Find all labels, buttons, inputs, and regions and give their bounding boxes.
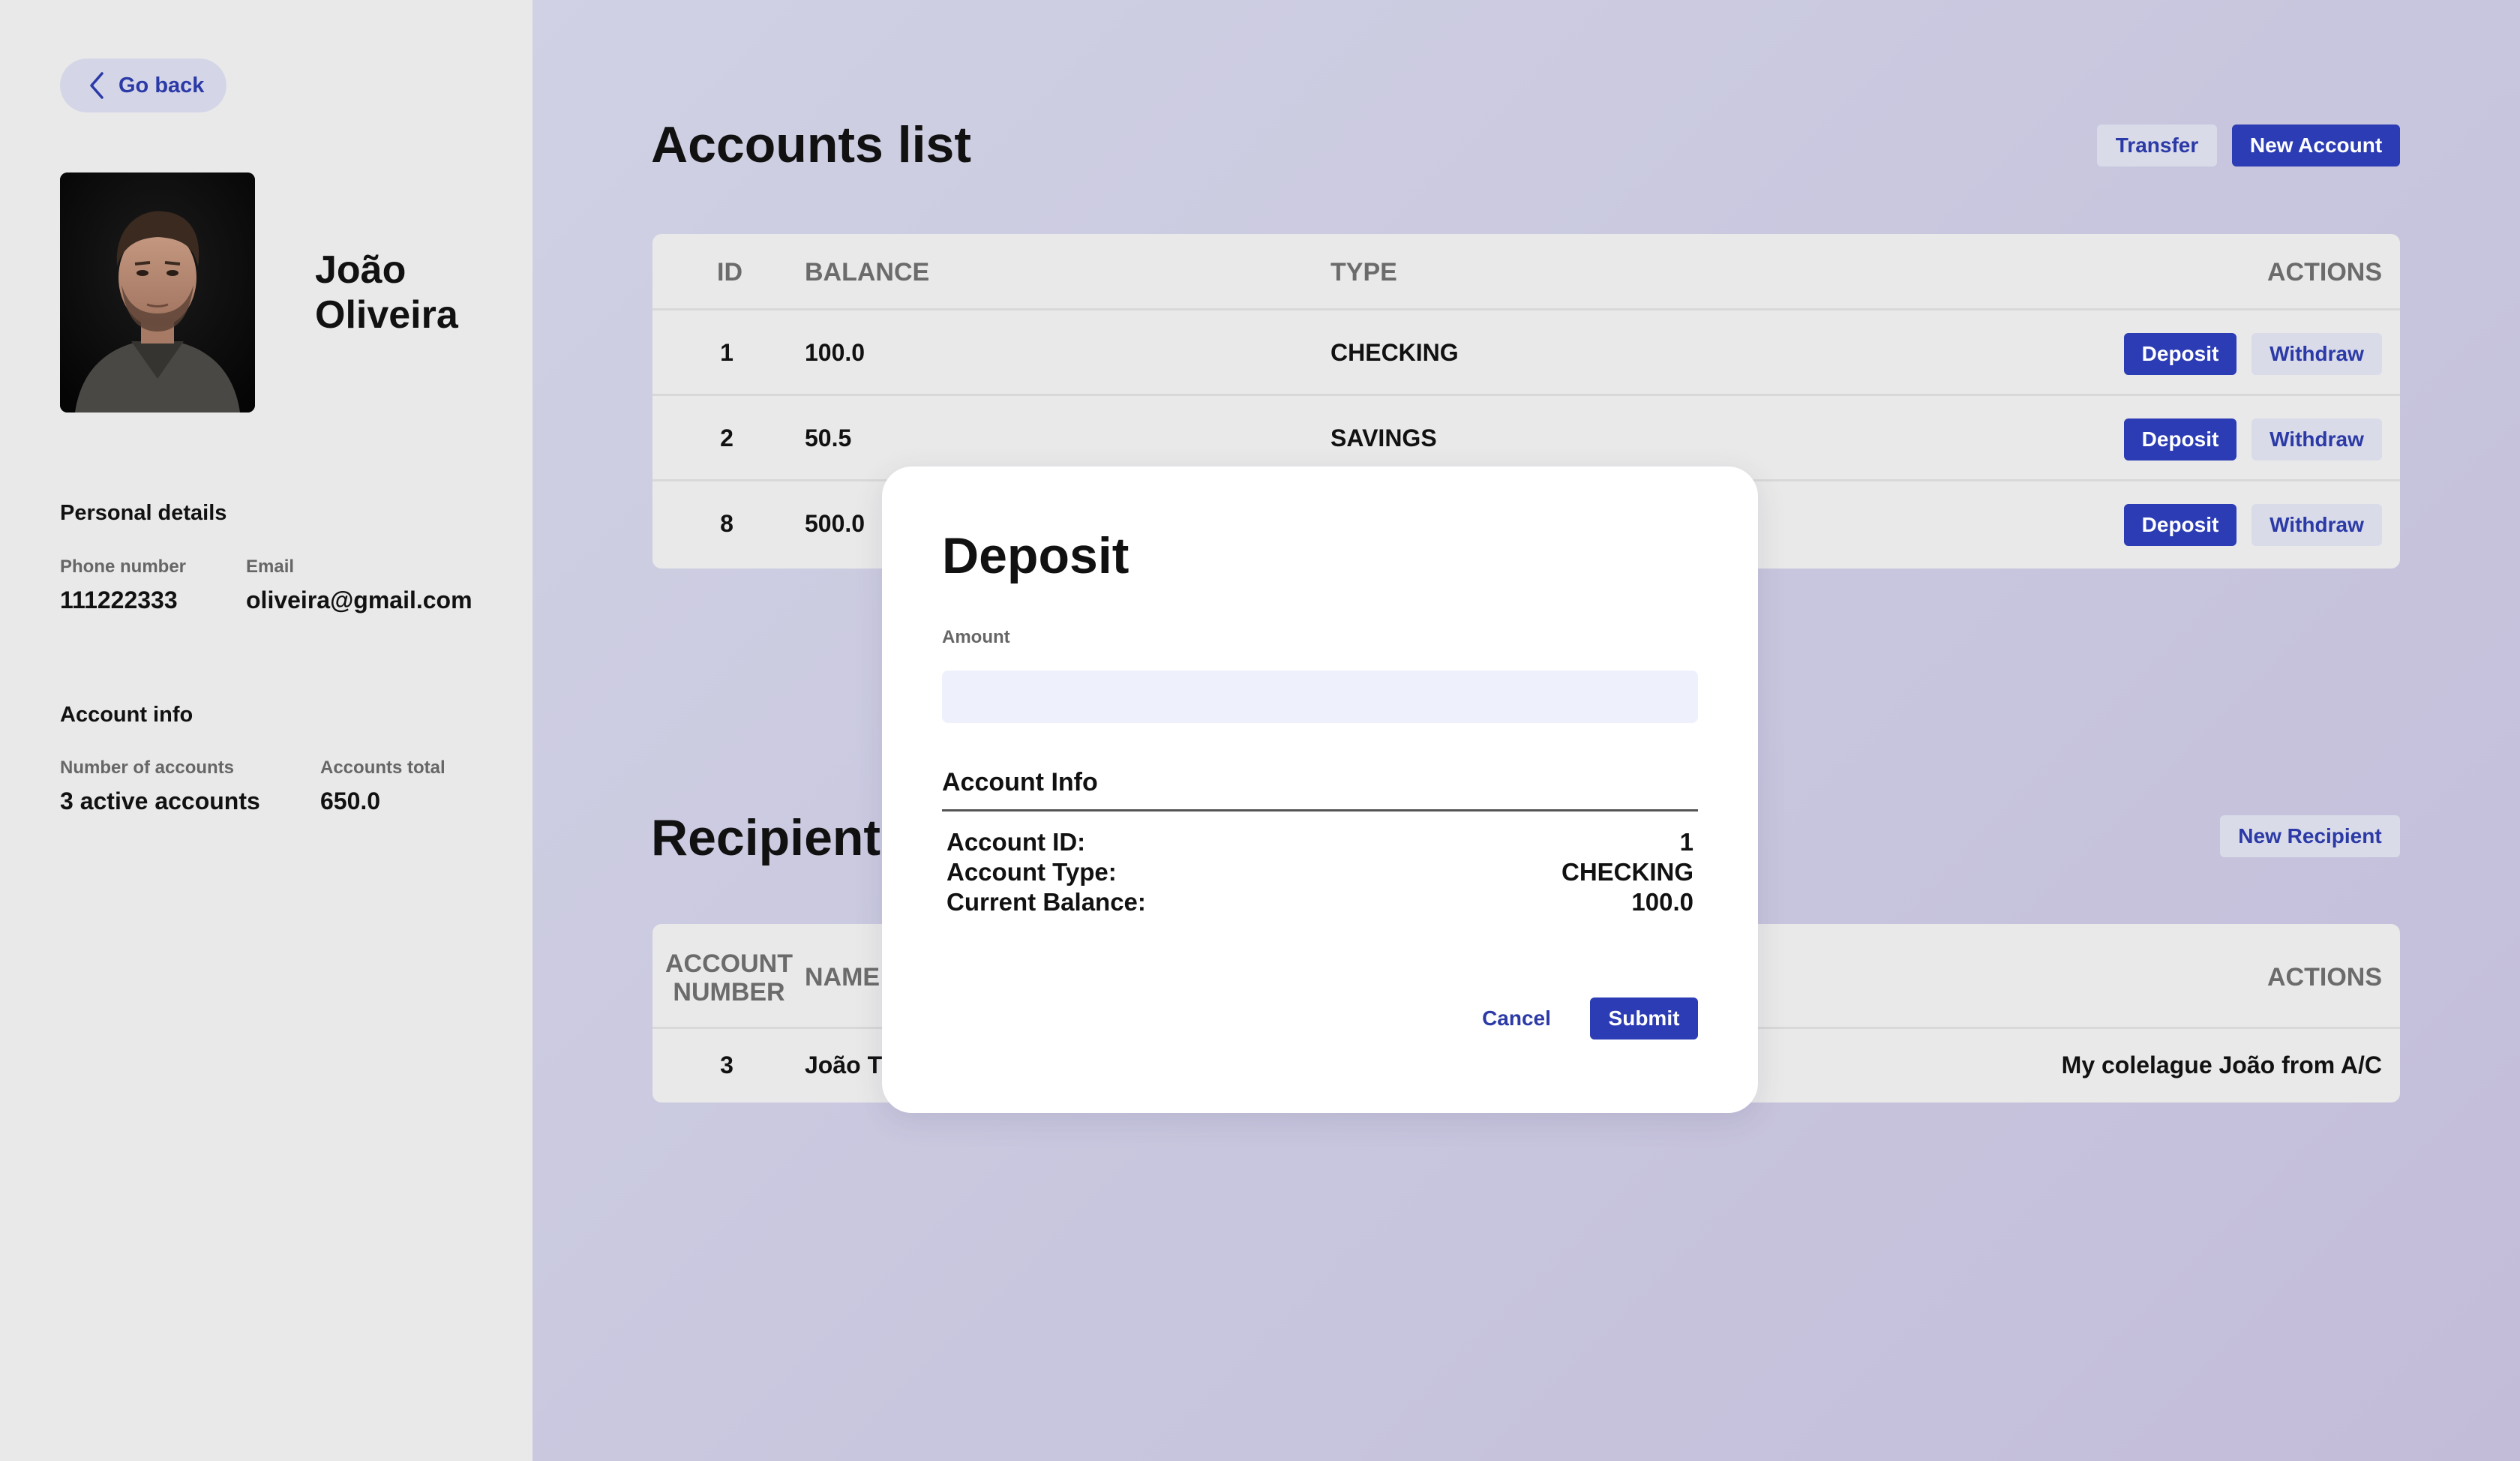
row-balance: 50.5: [805, 424, 852, 452]
accounts-total-label: Accounts total: [320, 758, 446, 778]
email-label: Email: [246, 556, 295, 577]
recipients-title: Recipients: [651, 809, 909, 866]
row-type: SAVINGS: [1330, 424, 1437, 452]
row-id: 2: [720, 424, 734, 452]
cancel-button[interactable]: Cancel: [1474, 998, 1558, 1040]
amount-input[interactable]: [942, 670, 1698, 723]
personal-details-title: Personal details: [60, 501, 227, 525]
deposit-button[interactable]: Deposit: [2124, 504, 2236, 546]
header-account-number-line1: ACCOUNT: [665, 950, 793, 978]
withdraw-button[interactable]: Withdraw: [2252, 333, 2382, 375]
deposit-modal: Deposit Amount Account Info Account ID: …: [882, 466, 1758, 1113]
info-label: Account Type:: [946, 858, 1117, 886]
go-back-button[interactable]: Go back: [60, 58, 226, 112]
header-account-number: ACCOUNT NUMBER: [663, 950, 795, 1006]
header-actions: ACTIONS: [2267, 258, 2382, 286]
header-account-number-line2: NUMBER: [673, 978, 785, 1006]
user-last-name: Oliveira: [315, 293, 458, 337]
info-row-account-id: Account ID: 1: [946, 828, 1694, 856]
row-description: My colelague João from A/C: [2061, 1052, 2382, 1078]
new-account-button[interactable]: New Account: [2232, 124, 2400, 166]
email-value: oliveira@gmail.com: [246, 586, 472, 614]
withdraw-button[interactable]: Withdraw: [2252, 418, 2382, 460]
amount-label: Amount: [942, 627, 1010, 647]
info-row-account-type: Account Type: CHECKING: [946, 858, 1694, 886]
header-name: NAME: [805, 963, 880, 992]
transfer-button[interactable]: Transfer: [2097, 124, 2217, 166]
account-info-title: Account info: [60, 703, 194, 727]
accounts-title: Accounts list: [651, 116, 971, 173]
row-id: 8: [720, 510, 734, 537]
accounts-table-header: ID BALANCE TYPE ACTIONS: [652, 234, 2400, 310]
row-id: 1: [720, 339, 734, 366]
row-balance: 100.0: [805, 339, 866, 366]
modal-title: Deposit: [942, 527, 1130, 584]
withdraw-button[interactable]: Withdraw: [2252, 504, 2382, 546]
avatar: [60, 172, 255, 412]
info-value: CHECKING: [1561, 858, 1694, 886]
sidebar: Go back João Oliveira Personal details P…: [0, 0, 532, 1461]
submit-button[interactable]: Submit: [1590, 998, 1698, 1040]
header-balance: BALANCE: [805, 258, 930, 286]
deposit-button[interactable]: Deposit: [2124, 418, 2236, 460]
phone-value: 111222333: [60, 586, 178, 614]
num-accounts-value: 3 active accounts: [60, 788, 260, 814]
account-info-title: Account Info: [942, 768, 1098, 796]
table-row: 1 100.0 CHECKING Deposit Withdraw: [652, 310, 2400, 396]
header-type: TYPE: [1330, 258, 1397, 286]
accounts-total-value: 650.0: [320, 788, 381, 814]
num-accounts-label: Number of accounts: [60, 758, 235, 778]
row-type: CHECKING: [1330, 339, 1459, 366]
new-recipient-button[interactable]: New Recipient: [2220, 815, 2400, 857]
info-label: Account ID:: [946, 828, 1086, 856]
user-name: João Oliveira: [315, 248, 510, 338]
info-label: Current Balance:: [946, 888, 1146, 916]
user-first-name: João: [315, 248, 406, 292]
header-id: ID: [717, 258, 742, 286]
chevron-left-icon: [84, 70, 110, 100]
account-info-divider: [942, 809, 1698, 812]
header-actions: ACTIONS: [2267, 963, 2382, 992]
row-name: João T: [805, 1052, 883, 1078]
phone-label: Phone number: [60, 556, 187, 577]
info-value: 100.0: [1631, 888, 1694, 916]
deposit-button[interactable]: Deposit: [2124, 333, 2236, 375]
row-account-number: 3: [720, 1052, 734, 1078]
row-balance: 500.0: [805, 510, 866, 537]
info-row-current-balance: Current Balance: 100.0: [946, 888, 1694, 916]
info-value: 1: [1679, 828, 1694, 856]
go-back-label: Go back: [118, 73, 205, 98]
